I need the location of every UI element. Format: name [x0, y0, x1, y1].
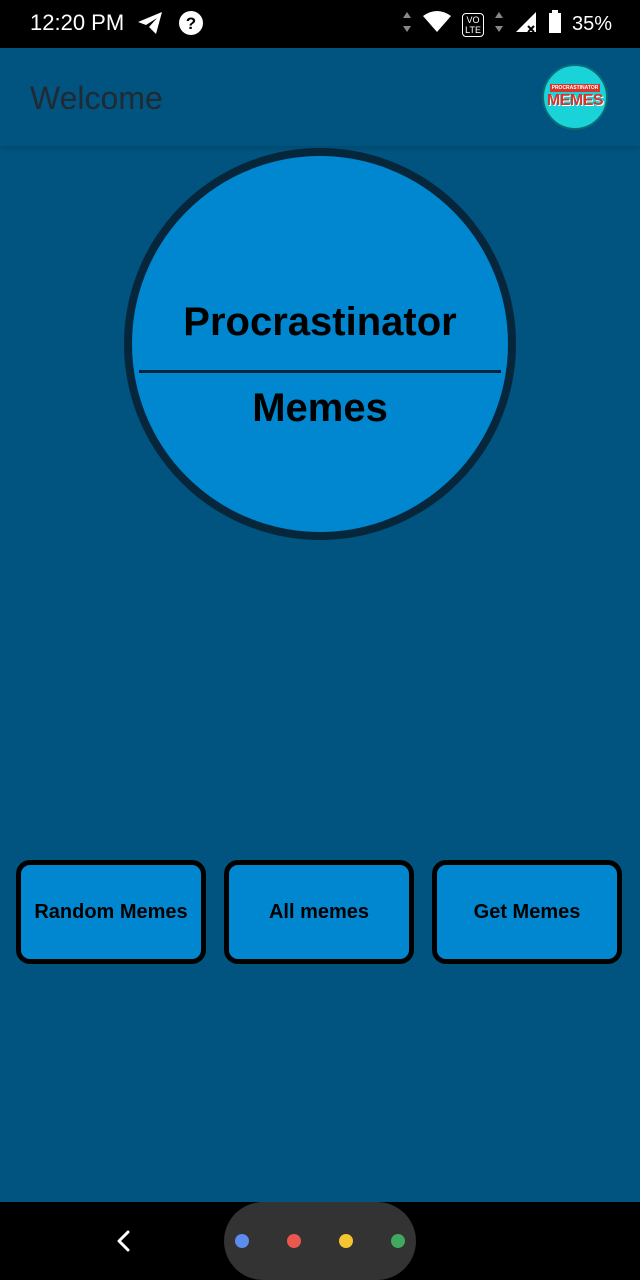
status-left-icons: ? [136, 10, 204, 41]
hero-divider [139, 370, 501, 373]
battery-percent: 35% [571, 13, 612, 35]
lte-label: LTE [465, 24, 481, 35]
data-arrows-icon-2 [494, 10, 504, 39]
hero-title-line1: Procrastinator [183, 300, 457, 344]
volte-icon: VO LTE [462, 12, 484, 37]
wifi-icon [422, 10, 452, 39]
assistant-dot-red [287, 1234, 301, 1248]
app-logo[interactable]: PROCRASTINATOR MEMES [542, 64, 608, 130]
hero-title-line2: Memes [252, 386, 388, 430]
assistant-dot-blue [235, 1234, 249, 1248]
back-icon[interactable] [110, 1224, 138, 1258]
all-memes-button[interactable]: All memes [224, 860, 414, 964]
get-memes-button[interactable]: Get Memes [432, 860, 622, 964]
hero-circle: Procrastinator Memes [124, 148, 516, 540]
assistant-pill[interactable] [224, 1202, 416, 1280]
telegram-icon [136, 10, 164, 41]
logo-top-text: PROCRASTINATOR [549, 84, 601, 92]
assistant-dot-yellow [339, 1234, 353, 1248]
svg-text:?: ? [186, 14, 196, 33]
status-time: 12:20 PM [30, 10, 125, 35]
assistant-dot-green [391, 1234, 405, 1248]
help-icon: ? [178, 10, 204, 41]
page-title: Welcome [30, 80, 163, 116]
battery-icon [548, 10, 562, 39]
random-memes-button[interactable]: Random Memes [16, 860, 206, 964]
logo-main-text: MEMES [546, 92, 604, 109]
data-arrows-icon [402, 10, 412, 39]
status-right-icons: VO LTE 35% [402, 10, 612, 39]
signal-icon [514, 10, 538, 39]
app-bar: Welcome PROCRASTINATOR MEMES [0, 48, 640, 146]
navigation-bar [0, 1202, 640, 1280]
status-bar: 12:20 PM ? VO LTE 35% [0, 0, 640, 48]
volte-label: VO [466, 14, 480, 25]
